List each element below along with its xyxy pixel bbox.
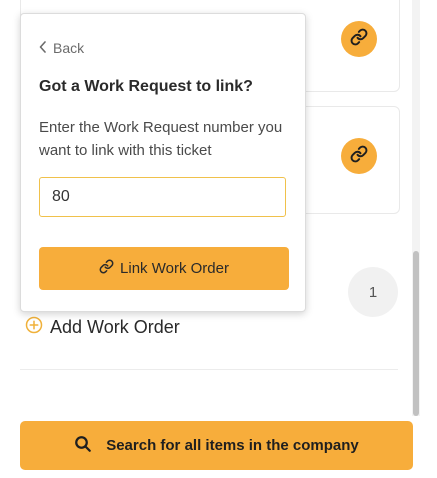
popover-title: Got a Work Request to link? bbox=[39, 78, 253, 95]
link-icon bbox=[99, 259, 114, 278]
popover-description: Enter the Work Request number you want t… bbox=[39, 119, 283, 159]
search-icon bbox=[74, 435, 92, 457]
chevron-left-icon bbox=[39, 40, 47, 56]
scrollbar-thumb[interactable] bbox=[413, 251, 419, 416]
link-button-1[interactable] bbox=[341, 21, 377, 57]
count-badge: 1 bbox=[348, 267, 398, 317]
link-button-2[interactable] bbox=[341, 138, 377, 174]
link-work-order-button[interactable]: Link Work Order bbox=[39, 247, 289, 290]
link-work-order-label: Link Work Order bbox=[120, 260, 229, 277]
plus-circle-icon bbox=[25, 316, 43, 339]
link-icon bbox=[350, 28, 368, 51]
link-work-request-popover: Back Got a Work Request to link? Enter t… bbox=[20, 13, 306, 312]
add-work-order-button[interactable]: Add Work Order bbox=[25, 313, 180, 341]
add-work-order-label: Add Work Order bbox=[50, 316, 180, 337]
search-all-items-label: Search for all items in the company bbox=[106, 437, 359, 454]
divider bbox=[20, 369, 398, 370]
link-icon bbox=[350, 145, 368, 168]
back-link[interactable]: Back bbox=[39, 40, 84, 56]
back-label: Back bbox=[53, 40, 85, 56]
work-request-number-input[interactable] bbox=[39, 177, 286, 217]
search-all-items-button[interactable]: Search for all items in the company bbox=[20, 421, 413, 470]
